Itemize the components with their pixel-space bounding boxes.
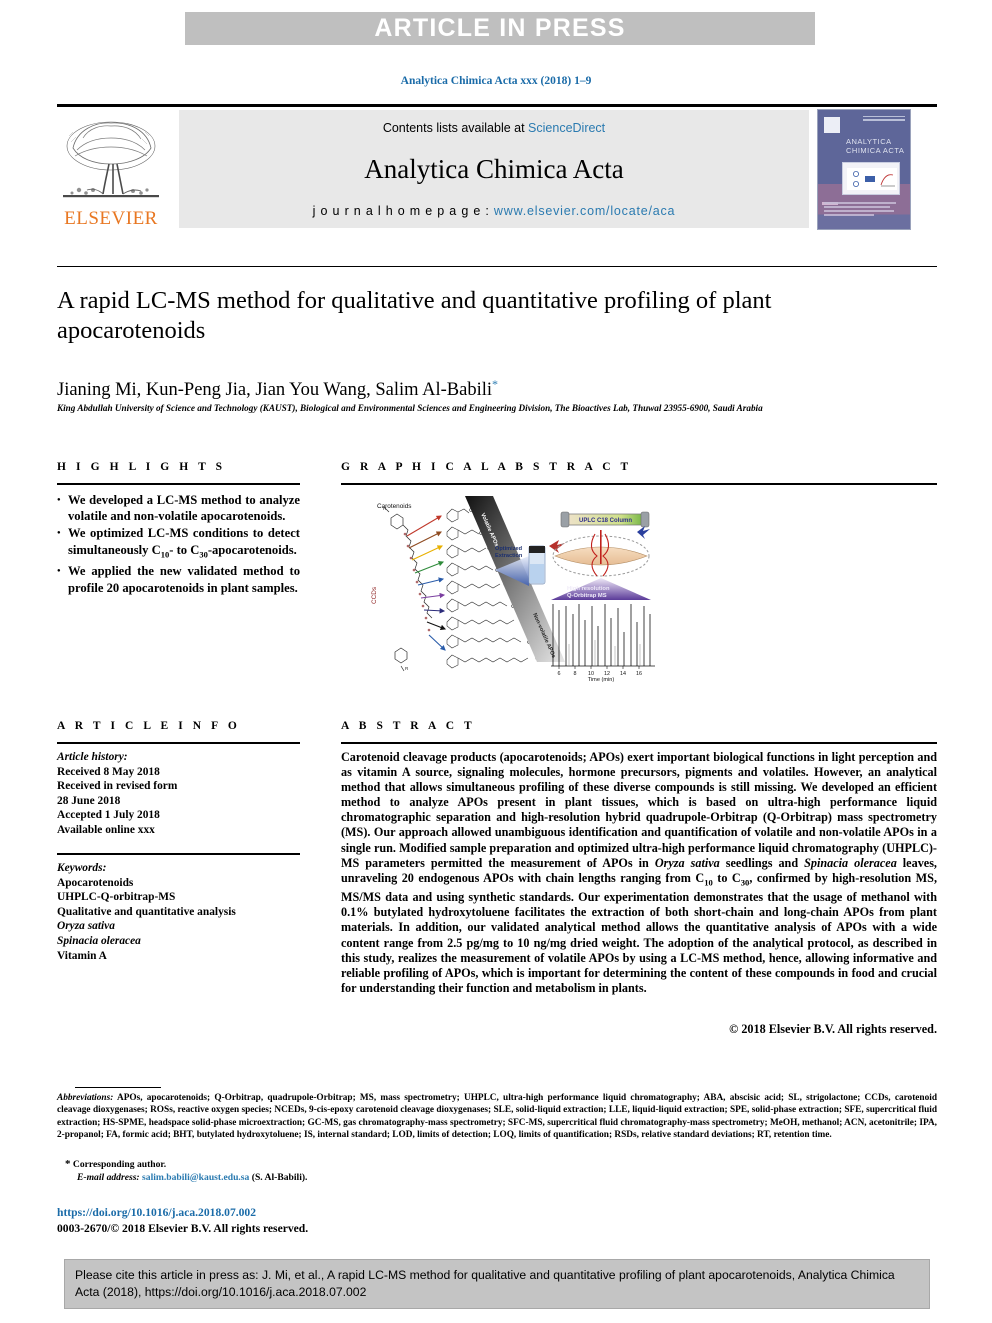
ga-label-extraction-1: Optimized bbox=[495, 546, 523, 552]
email-note: E-mail address: salim.babili@kaust.edu.s… bbox=[77, 1172, 957, 1183]
ga-xaxis-label: Time (min) bbox=[588, 677, 615, 682]
elsevier-logo: ELSEVIER bbox=[57, 110, 165, 228]
corresponding-author-note: * Corresponding author. bbox=[65, 1158, 945, 1171]
article-history-block: Article history: Received 8 May 2018 Rec… bbox=[57, 750, 300, 838]
highlight-text: We optimized LC-MS conditions to detect … bbox=[68, 526, 300, 560]
graphical-abstract-heading: G R A P H I C A L A B S T R A C T bbox=[341, 461, 632, 473]
abbreviations-label: Abbreviations: bbox=[57, 1093, 114, 1103]
highlights-list: We developed a LC-MS method to analyze v… bbox=[57, 492, 300, 597]
masthead-center-panel: Contents lists available at ScienceDirec… bbox=[179, 110, 809, 228]
ga-label-ccds: CCDs bbox=[371, 587, 378, 604]
history-available-online: Available online xxx bbox=[57, 823, 155, 836]
list-item: We applied the new validated method to p… bbox=[57, 563, 300, 595]
abstract-paragraph: Carotenoid cleavage products (apocaroten… bbox=[341, 750, 937, 995]
homepage-url-link[interactable]: www.elsevier.com/locate/aca bbox=[494, 204, 675, 218]
journal-homepage-line: j o u r n a l h o m e p a g e : www.else… bbox=[313, 204, 676, 218]
journal-title: Analytica Chimica Acta bbox=[364, 154, 624, 184]
keywords-rule bbox=[57, 853, 300, 855]
email-label: E-mail address: bbox=[77, 1172, 140, 1183]
graphical-abstract-rule bbox=[341, 483, 937, 485]
ga-sample-vial bbox=[528, 545, 546, 585]
ga-label-column: UPLC C18 Column bbox=[579, 518, 632, 524]
footnote-separator-rule bbox=[75, 1087, 161, 1089]
doi-link[interactable]: https://doi.org/10.1016/j.aca.2018.07.00… bbox=[57, 1206, 256, 1219]
journal-masthead: ELSEVIER Contents lists available at Sci… bbox=[57, 104, 937, 232]
abstract-text-block: Carotenoid cleavage products (apocaroten… bbox=[341, 750, 937, 996]
keyword-item: Qualitative and quantitative analysis bbox=[57, 905, 236, 918]
keyword-item: Spinacia oleracea bbox=[57, 934, 141, 947]
cover-figure-sketch-icon bbox=[847, 168, 897, 190]
corresponding-author-marker: * bbox=[492, 377, 498, 391]
highlights-heading: H I G H L I G H T S bbox=[57, 461, 226, 473]
abstract-copyright: © 2018 Elsevier B.V. All rights reserved… bbox=[729, 1022, 937, 1036]
elsevier-wordmark: ELSEVIER bbox=[64, 208, 158, 229]
keywords-label: Keywords: bbox=[57, 862, 107, 874]
journal-running-head: Analytica Chimica Acta xxx (2018) 1–9 bbox=[400, 75, 592, 87]
keywords-block: Keywords: Apocarotenoids UHPLC-Q-orbitra… bbox=[57, 861, 300, 963]
email-link[interactable]: salim.babili@kaust.edu.sa bbox=[142, 1172, 249, 1183]
author-names: Jianing Mi, Kun-Peng Jia, Jian You Wang,… bbox=[57, 380, 492, 401]
article-info-rule bbox=[57, 742, 300, 744]
highlight-text: We developed a LC-MS method to analyze v… bbox=[68, 493, 300, 524]
keyword-item: Oryza sativa bbox=[57, 920, 115, 933]
affiliation: King Abdullah University of Science and … bbox=[57, 403, 763, 413]
highlights-rule bbox=[57, 483, 300, 485]
page-title: A rapid LC-MS method for qualitative and… bbox=[57, 287, 772, 344]
highlight-text: We applied the new validated method to p… bbox=[68, 564, 300, 595]
cover-figure-box bbox=[842, 162, 900, 195]
corresponding-author-text: Corresponding author. bbox=[72, 1159, 167, 1170]
masthead-top-rule bbox=[57, 104, 937, 107]
cover-journal-title: ANALYTICA CHIMICA ACTA bbox=[846, 137, 905, 155]
cover-header-lines bbox=[863, 116, 905, 123]
history-accepted: Accepted 1 July 2018 bbox=[57, 809, 160, 822]
history-received: Received 8 May 2018 bbox=[57, 765, 160, 778]
ga-uplc-column: UPLC C18 Column bbox=[560, 511, 650, 528]
keyword-item: Vitamin A bbox=[57, 949, 107, 962]
abbreviations-note: Abbreviations: APOs, apocarotenoids; Q-O… bbox=[57, 1092, 937, 1141]
author-list: Jianing Mi, Kun-Peng Jia, Jian You Wang,… bbox=[57, 377, 897, 401]
cite-this-article-box: Please cite this article in press as: J.… bbox=[64, 1259, 930, 1309]
list-item: We optimized LC-MS conditions to detect … bbox=[57, 525, 300, 562]
contents-available-line: Contents lists available at ScienceDirec… bbox=[383, 121, 605, 135]
ga-xtick-16: 16 bbox=[636, 671, 642, 677]
asterisk-icon: * bbox=[65, 1158, 71, 1170]
graphical-abstract-svg: Carotenoids CCDs RR Volatile APOs Non-vo… bbox=[369, 494, 657, 682]
abstract-rule bbox=[341, 742, 937, 744]
history-revised: Received in revised form bbox=[57, 780, 178, 793]
homepage-label: j o u r n a l h o m e p a g e : bbox=[312, 204, 494, 218]
ga-label-ms-1: High resolution bbox=[567, 586, 610, 592]
ga-label-ms-2: Q-Orbitrap MS bbox=[567, 593, 607, 599]
cover-footer-lines bbox=[824, 202, 904, 218]
article-in-press-banner: ARTICLE IN PRESS bbox=[185, 12, 815, 45]
elsevier-tree-icon bbox=[63, 121, 159, 198]
title-top-rule bbox=[57, 266, 937, 267]
email-owner: (S. Al-Babili). bbox=[251, 1172, 308, 1183]
cite-text: Please cite this article in press as: J.… bbox=[75, 1268, 895, 1299]
abbreviations-text: APOs, apocarotenoids; Q-Orbitrap, quadru… bbox=[57, 1093, 937, 1140]
ga-label-extraction-2: Extraction bbox=[495, 553, 523, 559]
list-item: We developed a LC-MS method to analyze v… bbox=[57, 492, 300, 524]
ga-xtick-14: 14 bbox=[620, 671, 626, 677]
history-revised-date: 28 June 2018 bbox=[57, 794, 121, 807]
keyword-item: UHPLC-Q-orbitrap-MS bbox=[57, 891, 176, 904]
journal-cover-thumbnail: ANALYTICA CHIMICA ACTA bbox=[817, 109, 911, 230]
graphical-abstract-figure: Carotenoids CCDs RR Volatile APOs Non-vo… bbox=[369, 494, 657, 682]
keyword-item: Apocarotenoids bbox=[57, 876, 134, 889]
issn-copyright-line: 0003-2670/© 2018 Elsevier B.V. All right… bbox=[57, 1222, 309, 1235]
article-info-heading: A R T I C L E I N F O bbox=[57, 720, 241, 732]
article-in-press-label: ARTICLE IN PRESS bbox=[374, 14, 626, 42]
sciencedirect-link[interactable]: ScienceDirect bbox=[528, 121, 605, 135]
contents-prefix: Contents lists available at bbox=[382, 121, 529, 135]
article-history-label: Article history: bbox=[57, 751, 128, 763]
cover-emblem-icon bbox=[824, 117, 840, 133]
abstract-heading: A B S T R A C T bbox=[341, 720, 476, 732]
ga-xtick-8: 8 bbox=[574, 671, 577, 677]
ga-xtick-6: 6 bbox=[558, 671, 561, 677]
